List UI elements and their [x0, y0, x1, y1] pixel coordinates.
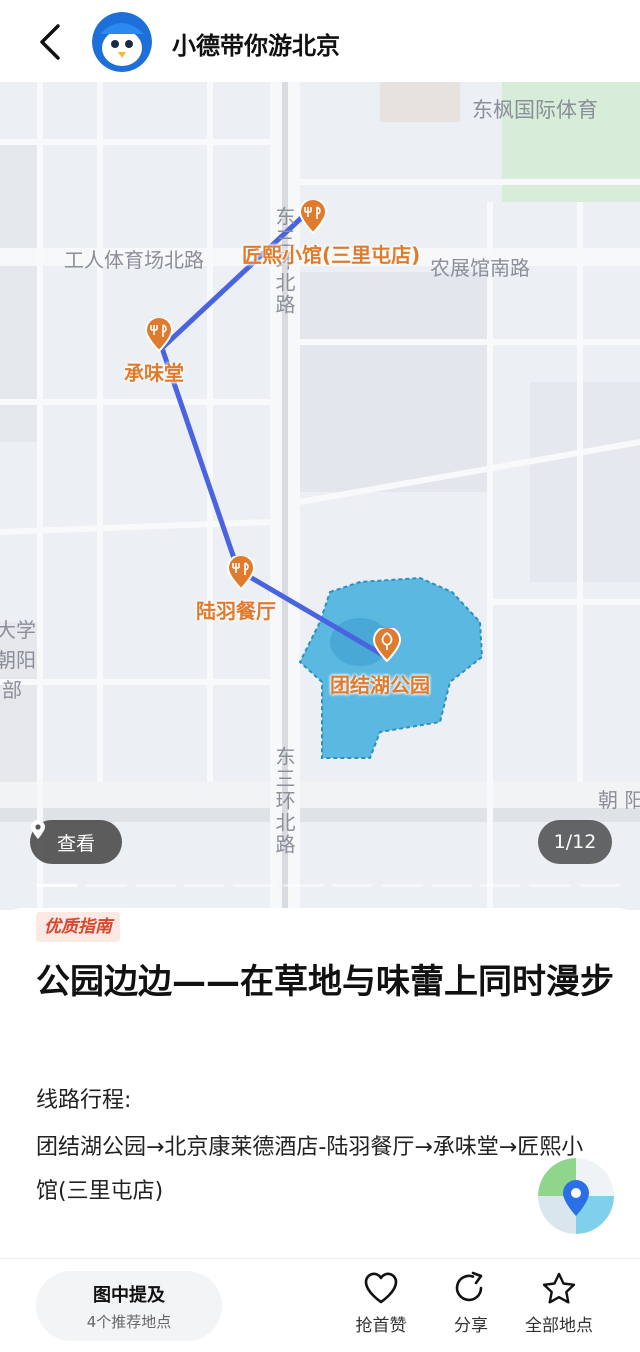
- star-icon: [542, 1272, 576, 1304]
- progress-segment: [282, 884, 324, 887]
- university-label: 大学: [0, 618, 36, 642]
- carousel-progress: [36, 884, 620, 888]
- east-ring-upper-label: 东三环北路: [272, 206, 296, 316]
- view-button[interactable]: 查看: [30, 820, 122, 864]
- bu-label: 部: [2, 678, 22, 702]
- progress-segment: [134, 884, 176, 887]
- east-ring-lower-label: 东三环北路: [272, 746, 296, 856]
- progress-segment: [479, 884, 522, 887]
- restaurant-icon[interactable]: [144, 318, 174, 352]
- progress-segment: [578, 884, 620, 887]
- route-label: 线路行程:: [36, 1088, 132, 1113]
- location-icon: [31, 820, 45, 839]
- gongti-road-label: 工人体育场北路: [64, 248, 204, 272]
- mentioned-title: 图中提及: [93, 1285, 165, 1306]
- poi-label[interactable]: 团结湖公园: [330, 672, 430, 698]
- like-label: 抢首赞: [355, 1316, 407, 1336]
- route-text: 团结湖公园→北京康莱德酒店-陆羽餐厅→承味堂→匠熙小馆(三里屯店): [36, 1135, 584, 1204]
- stadium-label: 东枫国际体育: [472, 98, 598, 122]
- poi-label[interactable]: 陆羽餐厅: [196, 598, 276, 624]
- progress-segment: [430, 884, 472, 887]
- poi-label[interactable]: 承味堂: [124, 360, 184, 386]
- map-pin-icon: [538, 1158, 614, 1234]
- progress-segment: [183, 884, 226, 887]
- page-title: 小德带你游北京: [172, 32, 340, 60]
- poi-label[interactable]: 匠熙小馆(三里屯店): [242, 242, 420, 268]
- progress-segment: [381, 884, 423, 887]
- share-label: 分享: [454, 1316, 488, 1336]
- mentioned-subtitle: 4个推荐地点: [86, 1313, 172, 1331]
- restaurant-icon[interactable]: [298, 200, 328, 234]
- nongzhan-road-label: 农展馆南路: [430, 256, 530, 280]
- progress-segment: [36, 884, 78, 887]
- park-icon[interactable]: [372, 628, 402, 662]
- progress-segment: [529, 884, 571, 887]
- back-arrow-icon: [40, 24, 60, 60]
- post-sheet: 优质指南 公园边边——在草地与味蕾上同时漫步 线路行程: 团结湖公园→北京康莱德…: [0, 908, 640, 1258]
- view-button-label: 查看: [56, 832, 95, 855]
- app-header: 小德带你游北京: [0, 0, 640, 82]
- back-button[interactable]: [30, 20, 74, 64]
- map-view[interactable]: 东枫国际体育 工人体育场北路 农展馆南路 东三环北路 东三环北路 大学 朝阳 部…: [0, 82, 640, 910]
- progress-segment: [85, 884, 127, 887]
- progress-segment: [331, 884, 374, 887]
- share-icon: [455, 1271, 483, 1302]
- progress-segment: [233, 884, 275, 887]
- heart-icon: [364, 1272, 398, 1304]
- like-button[interactable]: 抢首赞: [336, 1271, 426, 1336]
- mentioned-places-button[interactable]: 图中提及 4个推荐地点: [36, 1271, 222, 1341]
- all-places-label: 全部地点: [525, 1316, 593, 1336]
- avatar[interactable]: [92, 12, 152, 72]
- quality-guide-badge: 优质指南: [36, 912, 120, 942]
- post-title: 公园边边——在草地与味蕾上同时漫步: [36, 962, 614, 1002]
- restaurant-icon[interactable]: [226, 556, 256, 590]
- mascot-avatar-icon: [92, 12, 152, 72]
- map-button[interactable]: [538, 1158, 614, 1234]
- bottom-action-bar: 图中提及 4个推荐地点 抢首赞 分享 全部地点: [0, 1258, 640, 1352]
- share-button[interactable]: 分享: [426, 1271, 516, 1336]
- chaoyang-label: 朝阳: [0, 648, 36, 672]
- chaoyang-right-label: 朝 阳: [598, 788, 640, 812]
- slide-counter: 1/12: [538, 820, 612, 864]
- all-places-button[interactable]: 全部地点: [514, 1271, 604, 1336]
